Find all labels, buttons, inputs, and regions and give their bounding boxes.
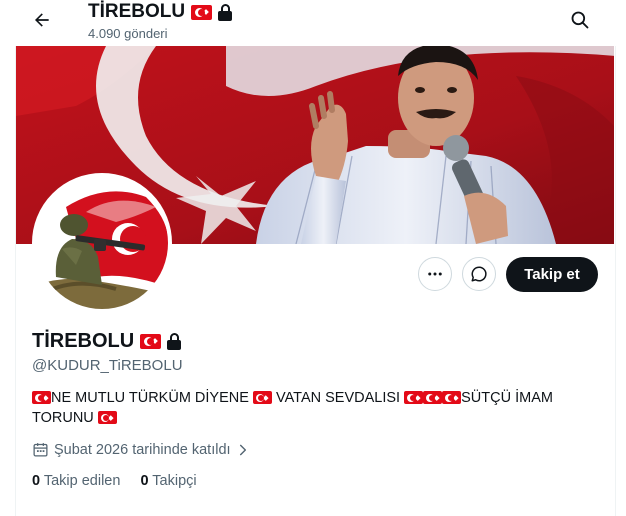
turkish-flag-icon <box>191 4 213 20</box>
profile-handle: @KUDUR_TiREBOLU <box>32 357 183 374</box>
profile-avatar[interactable] <box>32 173 172 313</box>
search-button[interactable] <box>566 6 594 34</box>
join-date-text: Şubat 2026 tarihinde katıldı <box>54 441 231 458</box>
following-count: 0 <box>32 473 41 489</box>
profile-name: TİREBOLU <box>32 330 182 353</box>
back-button[interactable] <box>28 6 56 34</box>
turkish-flag-icon <box>423 391 443 404</box>
post-count: 4.090 gönderi <box>88 26 168 41</box>
followers-label: Takipçi <box>152 473 197 489</box>
following-link[interactable]: 0 Takip edilen <box>32 473 120 489</box>
header-title-text: TİREBOLU <box>88 1 186 22</box>
bio-text-1: NE MUTLU TÜRKÜM DİYENE <box>51 390 249 406</box>
lock-icon <box>167 333 182 350</box>
calendar-icon <box>33 443 48 457</box>
bio-text-2: VATAN SEVDALISI <box>275 390 401 406</box>
more-options-button[interactable] <box>418 257 452 291</box>
turkish-flag-icon <box>404 391 424 404</box>
profile-name-text: TİREBOLU <box>32 330 135 352</box>
followers-link[interactable]: 0 Takipçi <box>140 473 196 489</box>
turkish-flag-icon <box>140 334 162 349</box>
message-icon <box>471 266 487 282</box>
follow-button[interactable]: Takip et <box>506 257 598 292</box>
following-label: Takip edilen <box>43 473 121 489</box>
turkish-flag-icon <box>252 391 272 404</box>
profile-header-bar: TİREBOLU 4.090 gönderi <box>0 0 626 46</box>
profile-bio: NE MUTLU TÜRKÜM DİYENE VATAN SEVDALISI S… <box>32 388 587 428</box>
join-date[interactable]: Şubat 2026 tarihinde katıldı <box>32 441 250 458</box>
turkish-flag-icon <box>442 391 462 404</box>
turkish-flag-icon <box>32 391 51 404</box>
profile-stats: 0 Takip edilen 0 Takipçi <box>32 473 197 489</box>
lock-icon <box>218 3 233 21</box>
message-button[interactable] <box>462 257 496 291</box>
followers-count: 0 <box>140 473 149 489</box>
turkish-flag-icon <box>97 411 117 424</box>
more-icon <box>428 272 442 276</box>
back-arrow-icon <box>35 13 49 27</box>
avatar-image <box>36 177 168 309</box>
search-icon <box>571 11 589 29</box>
chevron-right-icon <box>239 444 246 455</box>
header-title: TİREBOLU <box>88 1 233 23</box>
